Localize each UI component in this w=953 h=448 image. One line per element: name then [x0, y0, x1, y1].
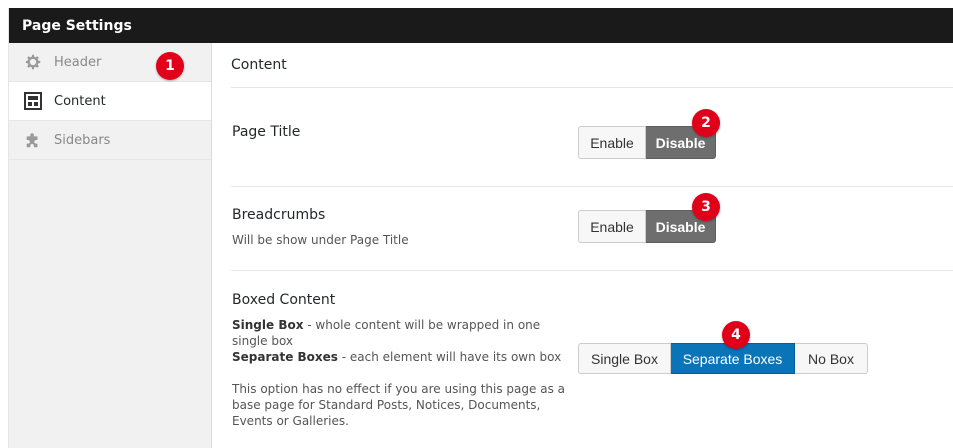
page-title-row: Page Title Enable Disable 2 [231, 88, 953, 187]
no-box-button[interactable]: No Box [795, 343, 868, 374]
callout-badge-2: 2 [692, 109, 720, 137]
boxed-content-description: Single Box - whole content will be wrapp… [232, 317, 572, 365]
callout-badge-3: 3 [692, 193, 720, 221]
sidebar-item-sidebars[interactable]: Sidebars [9, 121, 211, 160]
single-box-button[interactable]: Single Box [578, 343, 671, 374]
breadcrumbs-row: Breadcrumbs Will be show under Page Titl… [231, 187, 953, 271]
page-title-label: Page Title [232, 124, 301, 140]
content-settings: Content Page Title Enable Disable 2 Brea… [231, 43, 953, 448]
boxed-content-row: Boxed Content Single Box - whole content… [231, 271, 953, 447]
section-title: Content [231, 43, 953, 88]
breadcrumbs-enable-button[interactable]: Enable [578, 210, 646, 243]
boxed-content-note: This option has no effect if you are usi… [232, 382, 565, 428]
callout-badge-1: 1 [156, 52, 184, 80]
settings-sidebar: Header Content 1 Sidebars [9, 43, 212, 448]
layout-icon [24, 92, 42, 110]
panel-title: Page Settings [9, 8, 953, 43]
breadcrumbs-label: Breadcrumbs [232, 207, 326, 223]
gear-icon [24, 53, 42, 71]
separate-boxes-desc: - each element will have its own box [337, 350, 562, 364]
sidebar-item-label: Header [54, 54, 102, 70]
single-box-term: Single Box [232, 318, 304, 332]
boxed-content-selector: Single Box Separate Boxes No Box [578, 343, 868, 374]
breadcrumbs-description: Will be show under Page Title [232, 233, 409, 247]
separate-boxes-term: Separate Boxes [232, 350, 338, 364]
sidebar-item-label: Sidebars [54, 132, 111, 148]
sidebar-item-content[interactable]: Content 1 [9, 52, 211, 121]
boxed-content-label: Boxed Content [232, 292, 336, 308]
page-title-enable-button[interactable]: Enable [578, 126, 646, 159]
page-settings-panel: Page Settings Header Content 1 Sidebars … [8, 8, 953, 448]
sidebar-item-label: Content [54, 93, 106, 109]
callout-badge-4: 4 [722, 321, 750, 349]
puzzle-icon [24, 131, 42, 149]
